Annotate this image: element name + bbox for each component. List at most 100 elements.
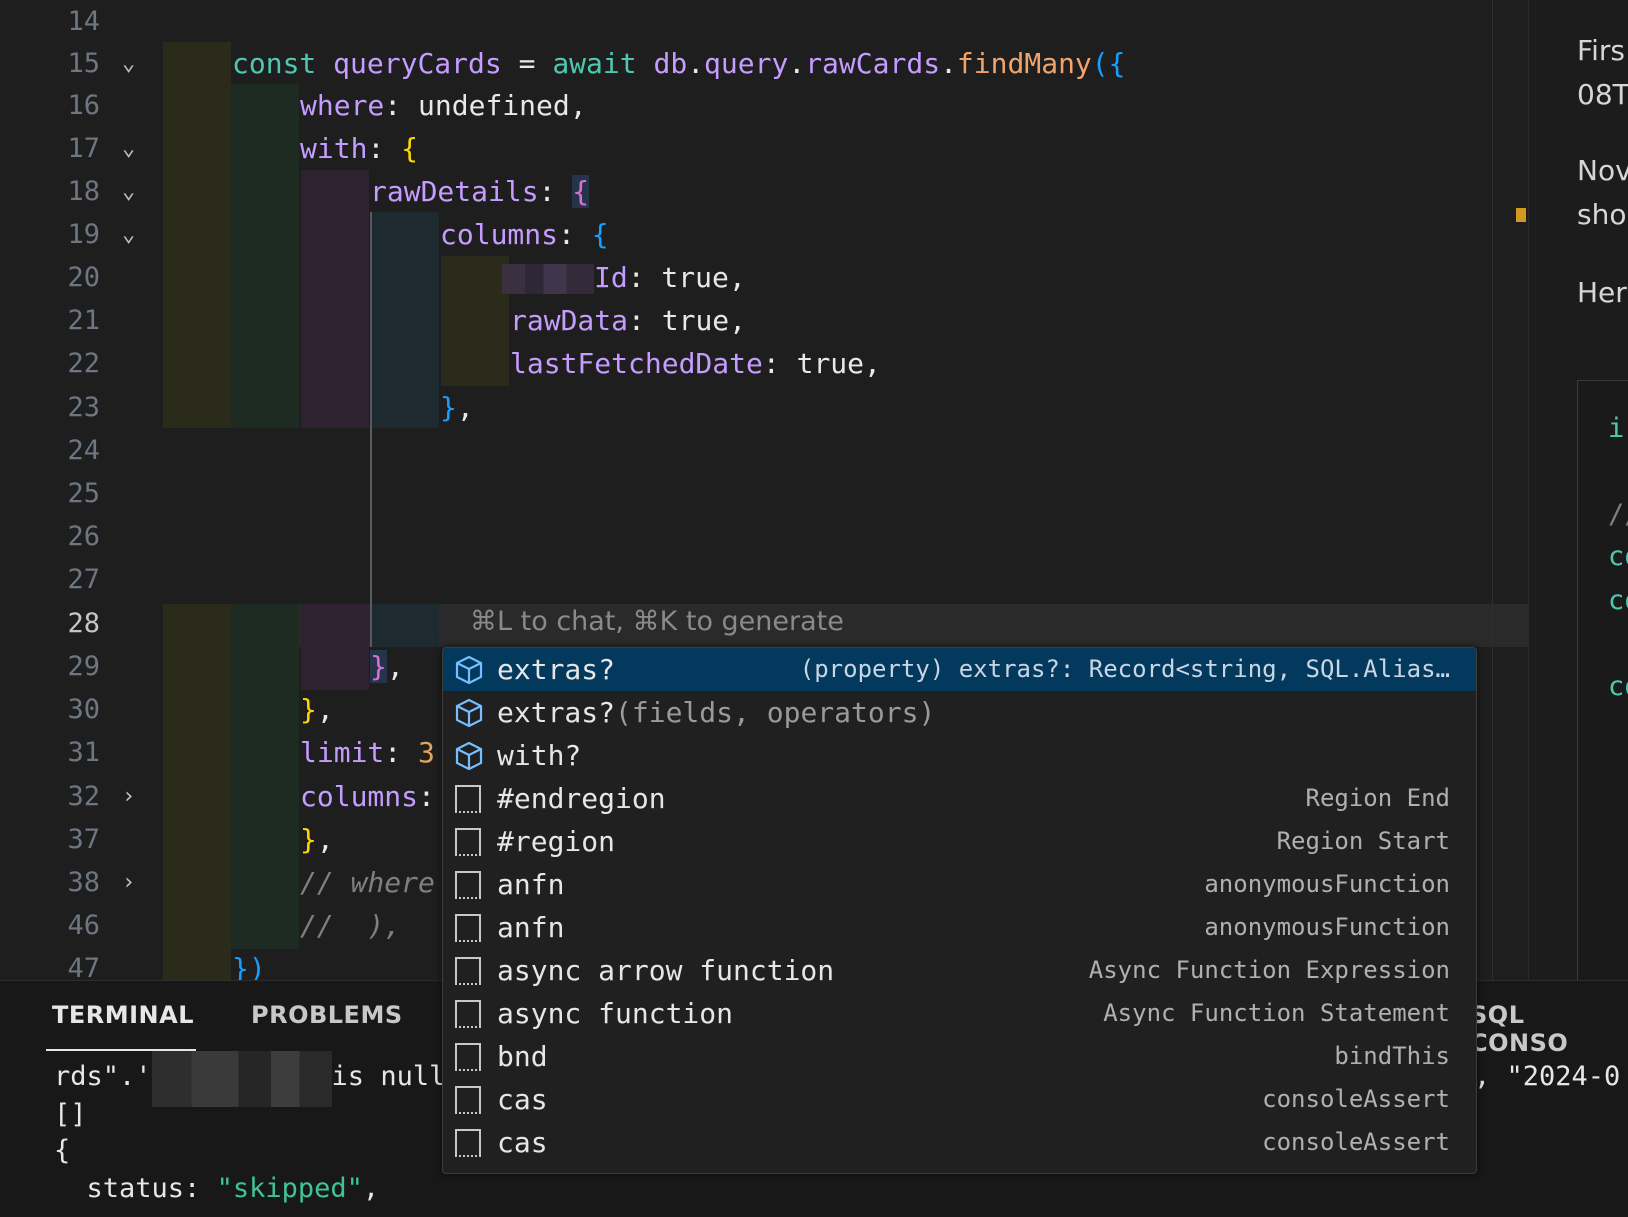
- chat-side-panel[interactable]: Firs 08T Nov sho Her ir // co co co: [1528, 0, 1628, 980]
- fold-chevron-down-icon[interactable]: ⌄: [122, 170, 146, 213]
- fold-chevron-down-icon[interactable]: ⌄: [122, 127, 146, 170]
- suggestion-item[interactable]: bnd bindThis: [443, 1035, 1476, 1078]
- punctuation: :: [418, 780, 435, 813]
- suggestion-detail: anonymousFunction: [1204, 913, 1450, 941]
- suggestion-label: #region: [497, 820, 615, 863]
- property-key: Id: [594, 261, 628, 294]
- bracket: }: [440, 391, 457, 424]
- suggestion-item[interactable]: cas consoleAssert: [443, 1078, 1476, 1121]
- chat-code-text: co: [1608, 585, 1628, 616]
- line-number: 19: [67, 219, 100, 250]
- indent-guide-level-3: [301, 170, 369, 428]
- code-line-21[interactable]: rawData: true,: [510, 299, 746, 342]
- suggestion-item[interactable]: #endregion Region End: [443, 777, 1476, 820]
- code-line-31[interactable]: limit: 3: [300, 731, 435, 774]
- indent-guide-level-4-lower: [371, 604, 439, 647]
- fold-chevron-down-icon[interactable]: ⌄: [122, 42, 146, 85]
- code-line-30[interactable]: },: [300, 688, 334, 731]
- code-line-16[interactable]: where: undefined,: [300, 84, 587, 127]
- function-name: findMany: [956, 47, 1092, 80]
- code-line-19[interactable]: columns: {: [440, 213, 609, 256]
- suggestion-label-text: extras?: [497, 696, 616, 729]
- code-line-23[interactable]: },: [440, 386, 474, 429]
- suggestion-item[interactable]: anfn anonymousFunction: [443, 906, 1476, 949]
- property-key: with: [300, 132, 368, 165]
- identifier: rawCards: [805, 47, 941, 80]
- line-number: 25: [67, 478, 100, 509]
- suggestion-label-text: bnd: [497, 1040, 548, 1073]
- code-line-15[interactable]: const queryCards = await db.query.rawCar…: [232, 42, 1126, 85]
- line-number: 37: [67, 824, 100, 855]
- indent-guide-level-1: [163, 42, 231, 428]
- snippet-icon: [455, 871, 481, 899]
- tab-terminal[interactable]: TERMINAL: [52, 1001, 194, 1029]
- line-number-active: 28: [67, 608, 100, 639]
- fold-chevron-right-icon[interactable]: ›: [122, 861, 146, 904]
- fold-chevron-down-icon[interactable]: ⌄: [122, 213, 146, 256]
- code-line-22[interactable]: lastFetchedDate: true,: [510, 342, 881, 385]
- property-key: rawDetails: [370, 175, 539, 208]
- snippet-icon: [455, 828, 481, 856]
- suggestion-detail: Async Function Statement: [1103, 999, 1450, 1027]
- line-number: 24: [67, 435, 100, 466]
- tab-sql-console[interactable]: SQL CONSO: [1470, 1001, 1628, 1057]
- suggestion-item[interactable]: anfn anonymousFunction: [443, 863, 1476, 906]
- code-line-18[interactable]: rawDetails: {: [370, 170, 590, 213]
- property-cube-icon: [453, 697, 485, 729]
- redacted-block: [151, 1051, 332, 1107]
- identifier: db: [653, 47, 688, 80]
- code-line-47[interactable]: }): [232, 947, 266, 980]
- line-number: 16: [67, 90, 100, 121]
- bracket: ({: [1091, 47, 1126, 80]
- code-text: : true,: [628, 304, 747, 337]
- code-line-37[interactable]: },: [300, 818, 334, 861]
- line-number: 27: [67, 564, 100, 595]
- chat-code-text: co: [1608, 541, 1628, 572]
- code-line-38[interactable]: // where: [300, 861, 435, 904]
- punctuation: ,: [316, 693, 334, 726]
- suggestion-item[interactable]: extras? (property) extras?: Record<string…: [443, 648, 1476, 691]
- suggestion-item[interactable]: with?: [443, 734, 1476, 777]
- line-number: 46: [67, 910, 100, 941]
- code-line-46[interactable]: // ),: [300, 904, 401, 947]
- chat-code-block[interactable]: ir // co co co: [1577, 380, 1628, 980]
- punctuation: :: [367, 132, 402, 165]
- code-line-29[interactable]: },: [370, 645, 404, 688]
- suggestion-detail: Region End: [1305, 784, 1451, 812]
- terminal-string: "skipped": [216, 1173, 363, 1204]
- property-key: columns: [440, 218, 559, 251]
- suggestion-label-text: #region: [497, 825, 616, 858]
- line-number: 47: [67, 953, 100, 980]
- property-cube-icon: [453, 740, 485, 772]
- line-number: 22: [67, 348, 100, 379]
- code-line-20[interactable]: Id: true,: [502, 256, 746, 299]
- punctuation: .: [788, 47, 806, 80]
- property-key: lastFetchedDate: [510, 347, 763, 380]
- chat-text: Nov: [1577, 154, 1628, 187]
- suggestion-item[interactable]: #region Region Start: [443, 820, 1476, 863]
- tab-problems[interactable]: PROBLEMS: [251, 1001, 403, 1029]
- line-number: 31: [67, 737, 100, 768]
- code-line-32[interactable]: columns:: [300, 775, 435, 818]
- terminal-output-line: , "2024-0: [1474, 1061, 1621, 1092]
- autocomplete-suggestion-list[interactable]: extras? (property) extras?: Record<string…: [442, 647, 1477, 1174]
- snippet-icon: [455, 1086, 481, 1114]
- snippet-icon: [455, 957, 481, 985]
- fold-chevron-right-icon[interactable]: ›: [122, 775, 146, 818]
- editor-ruler: [1492, 0, 1493, 980]
- code-line-17[interactable]: with: {: [300, 127, 418, 170]
- suggestion-item[interactable]: async function Async Function Statement: [443, 992, 1476, 1035]
- suggestion-item[interactable]: cas consoleAssert: [443, 1121, 1476, 1164]
- bracket-matched: {: [572, 175, 590, 208]
- suggestion-item[interactable]: async arrow function Async Function Expre…: [443, 949, 1476, 992]
- suggestion-detail: consoleAssert: [1262, 1128, 1450, 1156]
- suggestion-detail: consoleAssert: [1262, 1085, 1450, 1113]
- suggestion-detail: anonymousFunction: [1204, 870, 1450, 898]
- suggestion-item[interactable]: extras?(fields, operators): [443, 691, 1476, 734]
- line-number: 32: [67, 781, 100, 812]
- punctuation: :: [538, 175, 573, 208]
- suggestion-label: async arrow function: [497, 949, 834, 992]
- line-number: 20: [67, 262, 100, 293]
- suggestion-label-text: anfn: [497, 868, 565, 901]
- scrollbar-marker[interactable]: [1516, 208, 1526, 222]
